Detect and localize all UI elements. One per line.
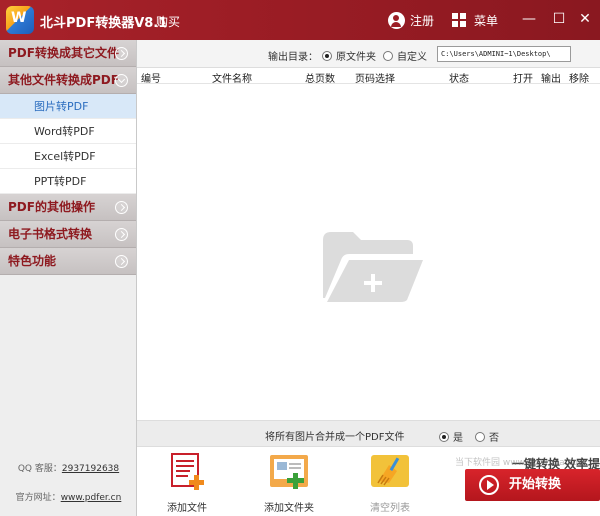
app-title: 北斗PDF转换器V8.1 — [40, 16, 168, 31]
watermark: 当下软件园 www.downxia.com — [455, 458, 587, 468]
file-drop-area[interactable] — [137, 84, 600, 420]
column-header: 文件名称 — [212, 74, 252, 85]
sidebar-item-image-to-pdf[interactable]: 图片转PDF — [0, 94, 136, 119]
user-icon — [388, 11, 405, 29]
merge-option-bar: 将所有图片合并成一个PDF文件 是 否 — [137, 420, 600, 447]
start-convert-label: 开始转换 — [509, 477, 562, 492]
column-header: 打开 — [513, 74, 533, 85]
category-label: PDF的其他操作 — [8, 200, 95, 214]
website-contact: 官方网址：www.pdfer.cn — [0, 490, 137, 503]
column-header: 输出 — [541, 74, 561, 85]
sidebar-item-ppt-to-pdf[interactable]: PPT转PDF — [0, 169, 136, 194]
radio-label: 是 — [453, 433, 463, 444]
register-button[interactable]: 注册 — [388, 10, 434, 30]
add-folder-placeholder-icon — [323, 232, 423, 302]
buy-link[interactable]: 购买 — [156, 13, 180, 30]
sidebar-item-excel-to-pdf[interactable]: Excel转PDF — [0, 144, 136, 169]
column-header: 编号 — [141, 74, 161, 85]
category-label: 电子书格式转换 — [8, 227, 93, 241]
radio-label: 原文件夹 — [336, 52, 376, 63]
category-other-to-pdf[interactable]: 其他文件转换成PDF — [0, 67, 136, 94]
clear-list-label: 清空列表 — [370, 503, 410, 514]
add-file-button[interactable]: 添加文件 — [157, 451, 217, 514]
category-special[interactable]: 特色功能 — [0, 248, 136, 275]
radio-label: 自定义 — [397, 52, 427, 63]
category-label: 特色功能 — [8, 254, 57, 268]
radio-source-folder[interactable]: 原文件夹 — [322, 48, 376, 63]
radio-checked-icon — [322, 50, 332, 61]
qq-label: QQ 客服： — [17, 464, 62, 474]
radio-unchecked-icon — [475, 431, 485, 442]
website-link[interactable]: www.pdfer.cn — [61, 493, 122, 503]
column-header: 总页数 — [305, 74, 335, 85]
merge-text: 将所有图片合并成一个PDF文件 — [265, 432, 405, 443]
sidebar: PDF转换成其它文件 其他文件转换成PDF 图片转PDF Word转PDF Ex… — [0, 40, 137, 516]
output-path-field[interactable]: C:\Users\ADMINI~1\Desktop\ — [437, 46, 571, 62]
close-button[interactable]: ✕ — [574, 9, 596, 29]
category-pdf-to-other[interactable]: PDF转换成其它文件 — [0, 40, 136, 67]
radio-unchecked-icon — [383, 50, 393, 61]
column-header: 移除 — [569, 74, 589, 85]
add-folder-icon — [270, 455, 308, 489]
radio-merge-no[interactable]: 否 — [475, 429, 499, 444]
website-label: 官方网址： — [15, 493, 61, 503]
column-header: 状态 — [449, 74, 469, 85]
chevron-right-icon — [115, 47, 128, 60]
menu-button[interactable]: 菜单 — [452, 10, 498, 30]
radio-merge-yes[interactable]: 是 — [439, 429, 463, 444]
qq-link[interactable]: 2937192638 — [62, 464, 119, 474]
sidebar-item-word-to-pdf[interactable]: Word转PDF — [0, 119, 136, 144]
clear-list-button[interactable]: 清空列表 — [360, 451, 420, 514]
output-directory-bar: 输出目录： 原文件夹 自定义 C:\Users\ADMINI~1\Desktop… — [137, 40, 600, 68]
maximize-button[interactable]: ☐ — [548, 9, 570, 29]
add-file-icon — [171, 453, 204, 490]
start-convert-button[interactable]: 开始转换 — [465, 469, 600, 501]
category-label: 其他文件转换成PDF — [8, 73, 119, 87]
app-logo: W — [6, 6, 34, 34]
minimize-button[interactable]: — — [518, 9, 540, 29]
add-file-label: 添加文件 — [167, 503, 207, 514]
chevron-right-icon — [115, 255, 128, 268]
chevron-right-icon — [115, 201, 128, 214]
register-label: 注册 — [410, 13, 435, 28]
add-folder-button[interactable]: 添加文件夹 — [259, 451, 319, 514]
add-folder-label: 添加文件夹 — [264, 503, 314, 514]
radio-checked-icon — [439, 431, 449, 442]
menu-label: 菜单 — [474, 13, 499, 28]
output-label: 输出目录： — [268, 52, 318, 63]
broom-icon — [371, 455, 409, 487]
chevron-down-icon — [115, 74, 128, 87]
title-bar: W 北斗PDF转换器V8.1 购买 注册 菜单 — ☐ ✕ — [0, 0, 600, 40]
play-icon — [479, 475, 499, 495]
grid-menu-icon — [452, 13, 466, 27]
radio-custom-folder[interactable]: 自定义 — [383, 48, 427, 63]
sub-item-list: 图片转PDF Word转PDF Excel转PDF PPT转PDF — [0, 94, 136, 194]
logo-letter: W — [11, 10, 27, 26]
radio-label: 否 — [489, 433, 499, 444]
column-header: 页码选择 — [355, 74, 395, 85]
category-ebook[interactable]: 电子书格式转换 — [0, 221, 136, 248]
category-pdf-ops[interactable]: PDF的其他操作 — [0, 194, 136, 221]
file-table-header: 编号 文件名称 总页数 页码选择 状态 打开 输出 移除 — [137, 68, 600, 85]
chevron-right-icon — [115, 228, 128, 241]
category-label: PDF转换成其它文件 — [8, 46, 119, 60]
qq-contact: QQ 客服：2937192638 — [0, 461, 137, 474]
